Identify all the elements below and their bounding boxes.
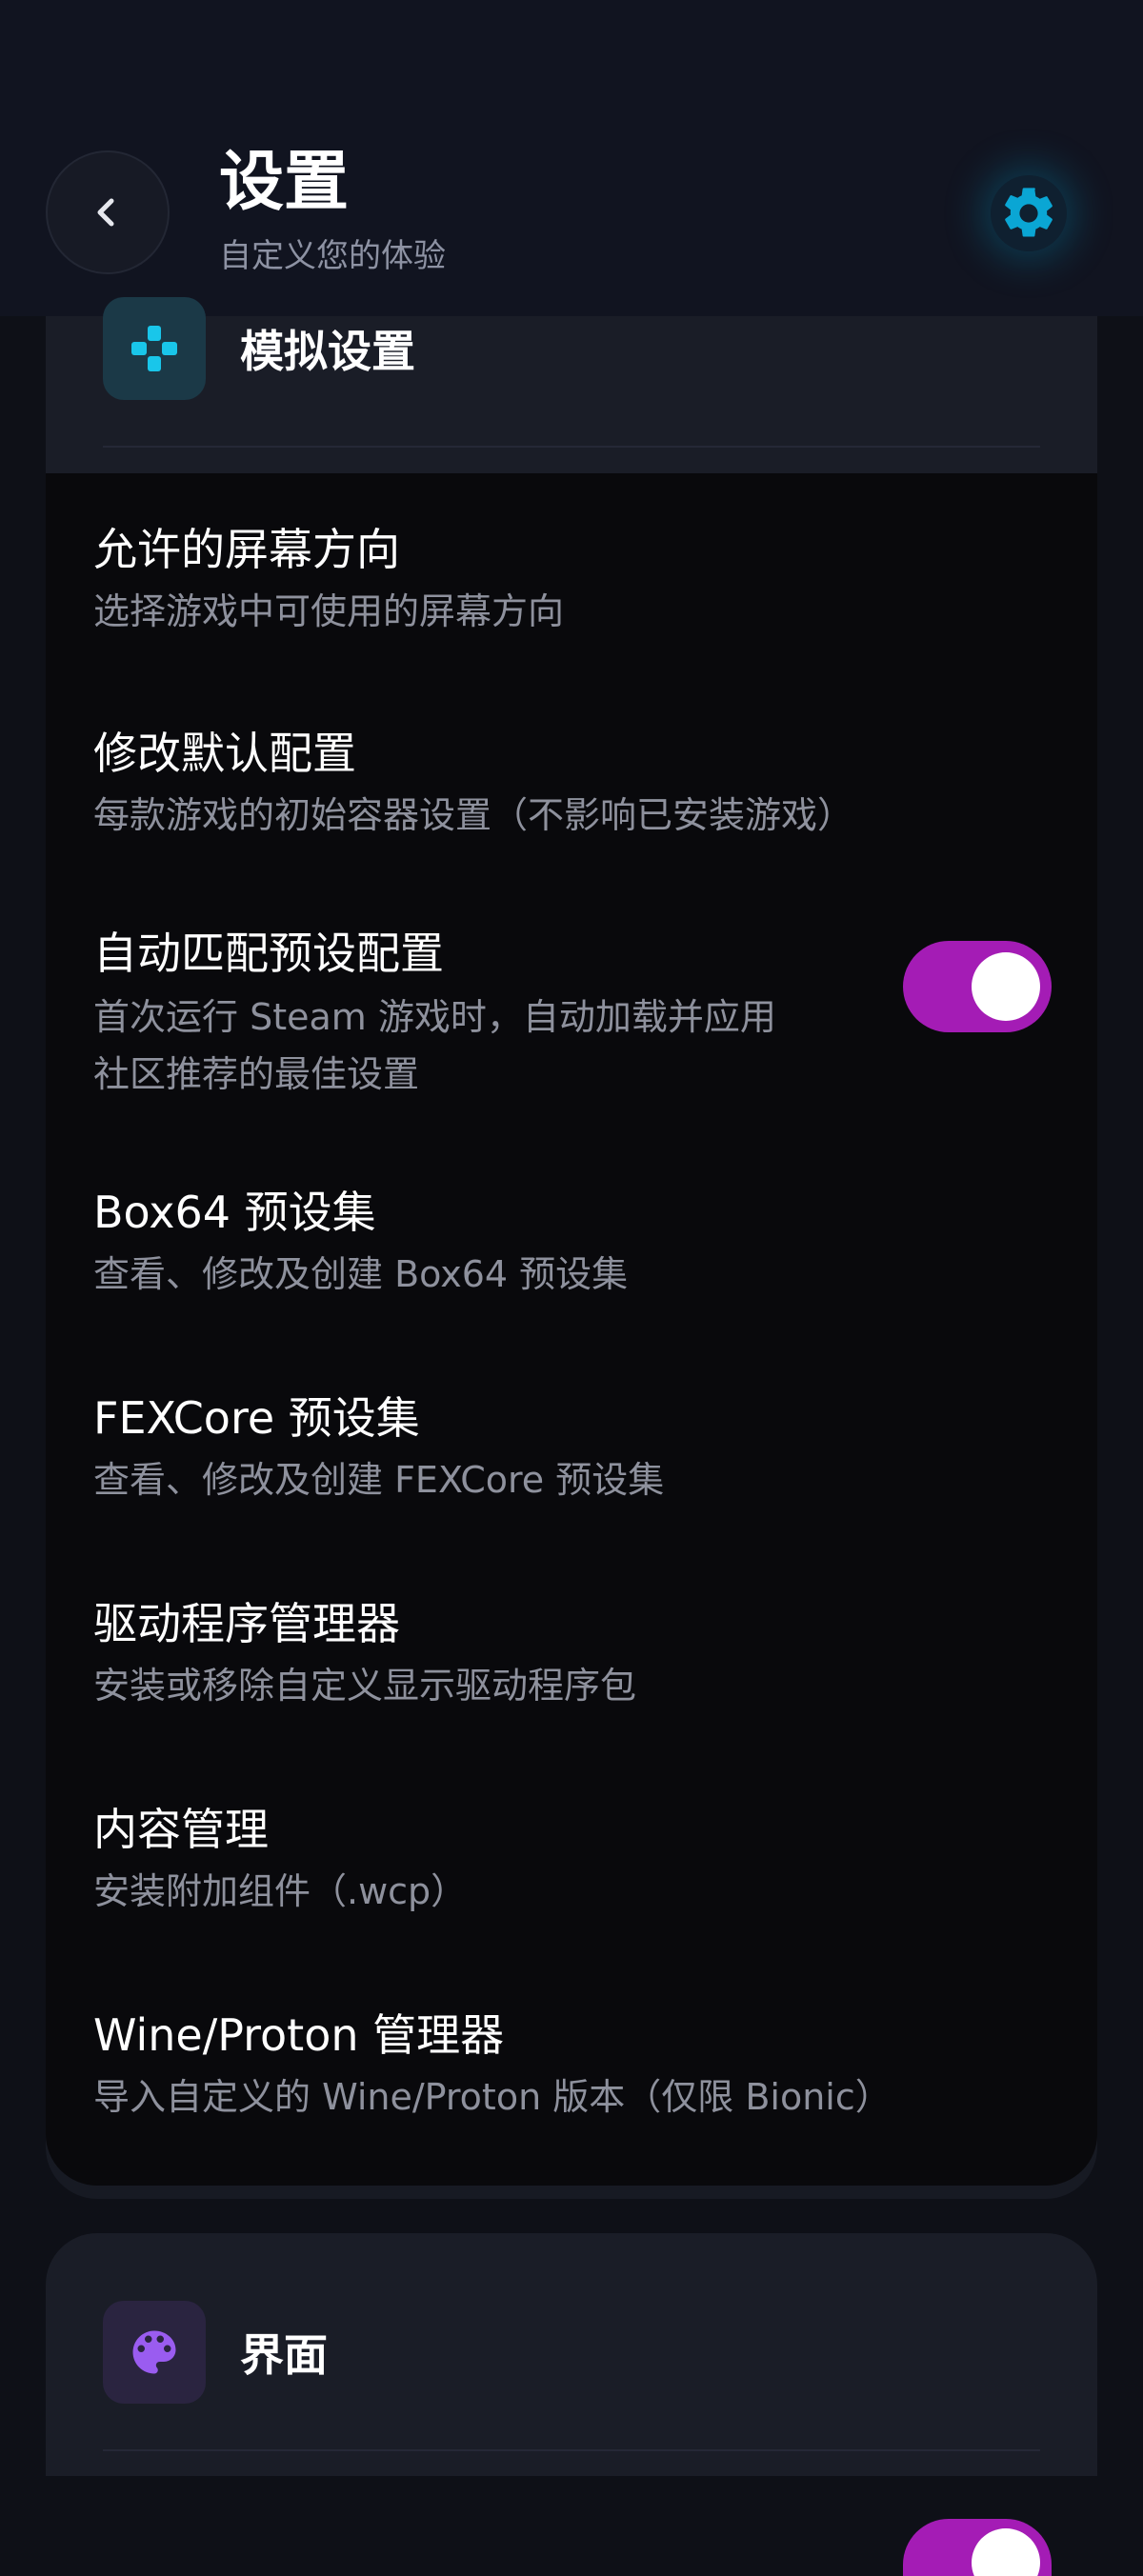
emulation-section-icon <box>103 297 206 400</box>
page-title: 设置 <box>219 145 350 220</box>
setting-title: 自动匹配预设配置 <box>93 928 444 979</box>
page-subtitle: 自定义您的体验 <box>219 237 446 275</box>
gear-icon <box>1005 188 1053 237</box>
setting-title: 驱动程序管理器 <box>93 1598 400 1649</box>
setting-description: 查看、修改及创建 FEXCore 预设集 <box>93 1459 665 1501</box>
setting-description: 安装或移除自定义显示驱动程序包 <box>93 1665 637 1707</box>
setting-description: 安装附加组件（.wcp） <box>93 1870 468 1912</box>
auto-preset-toggle[interactable] <box>903 941 1052 1032</box>
emulation-section-title: 模拟设置 <box>240 326 415 377</box>
gamepad-icon <box>131 326 177 371</box>
top-app-bar <box>0 0 1143 316</box>
setting-description: 查看、修改及创建 Box64 预设集 <box>93 1253 629 1295</box>
setting-description: 首次运行 Steam 游戏时，自动加载并应用 <box>93 996 776 1038</box>
setting-description: 每款游戏的初始容器设置（不影响已安装游戏） <box>93 794 854 836</box>
interface-section-title: 界面 <box>240 2329 328 2381</box>
setting-title: Wine/Proton 管理器 <box>93 2009 505 2061</box>
back-button[interactable] <box>46 150 170 274</box>
section-divider <box>103 2449 1040 2451</box>
setting-title: Box64 预设集 <box>93 1187 376 1238</box>
interface-toggle[interactable] <box>903 2519 1052 2576</box>
setting-title: 允许的屏幕方向 <box>93 524 400 575</box>
section-divider <box>103 446 1040 448</box>
setting-description: 导入自定义的 Wine/Proton 版本（仅限 Bionic） <box>93 2076 892 2118</box>
setting-title: FEXCore 预设集 <box>93 1392 420 1444</box>
settings-button[interactable] <box>991 175 1067 251</box>
chevron-left-icon <box>97 198 114 227</box>
interface-section-icon <box>103 2301 206 2404</box>
toggle-knob <box>972 952 1040 1021</box>
setting-title: 修改默认配置 <box>93 728 356 779</box>
palette-icon <box>132 2330 176 2374</box>
setting-description: 选择游戏中可使用的屏幕方向 <box>93 590 565 632</box>
toggle-knob <box>972 2528 1040 2576</box>
setting-description: 社区推荐的最佳设置 <box>93 1053 420 1095</box>
setting-title: 内容管理 <box>93 1804 269 1855</box>
